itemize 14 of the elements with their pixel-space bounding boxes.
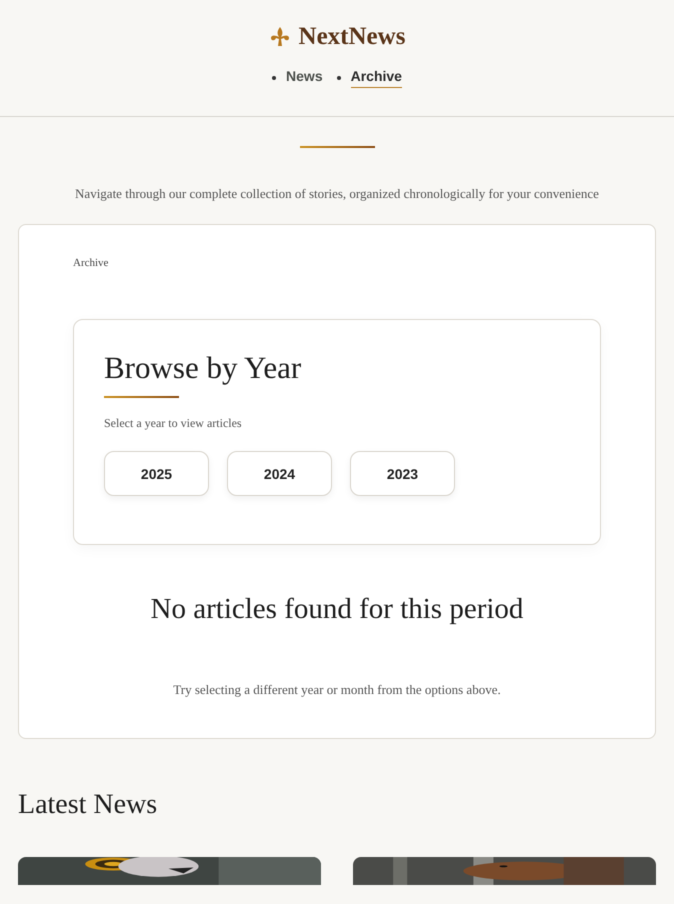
section-title: Browse by Year	[104, 350, 302, 386]
breadcrumb[interactable]: Archive	[73, 257, 108, 269]
nav-link[interactable]: News	[272, 68, 323, 91]
nav-link[interactable]: Archive	[336, 68, 402, 91]
page-subtitle: Navigate through our complete collection of stories, organized chronologically for your convenience	[75, 186, 599, 202]
section-subtitle: Select a year to view articles	[104, 416, 242, 431]
fleur-de-lis-icon	[268, 26, 291, 48]
year-button[interactable]: 2023	[350, 451, 455, 496]
empty-state-title: No articles found for this period	[150, 593, 524, 626]
year-button[interactable]: 2025	[104, 451, 209, 496]
section-title: Latest News	[18, 789, 158, 821]
year-button[interactable]: 2024	[227, 451, 332, 496]
brand-name[interactable]: NextNews	[298, 23, 406, 51]
empty-state-hint: Try selecting a different year or month from the options above.	[172, 682, 502, 698]
